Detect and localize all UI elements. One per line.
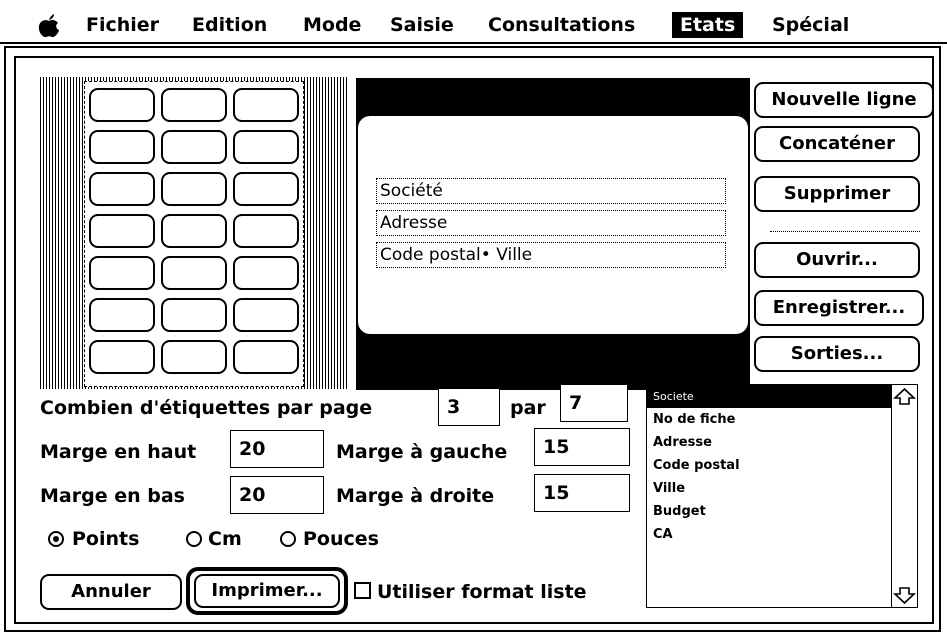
label-cell	[161, 340, 227, 374]
field-list-item-code-postal[interactable]: Code postal	[647, 454, 891, 477]
field-list-item-no-de-fiche[interactable]: No de fiche	[647, 408, 891, 431]
menu-special[interactable]: Spécial	[772, 12, 849, 38]
menu-fichier[interactable]: Fichier	[86, 12, 159, 38]
label-cell	[161, 88, 227, 122]
label-cell	[233, 214, 299, 248]
field-list[interactable]: Societe No de fiche Adresse Code postal …	[646, 384, 918, 608]
cancel-button[interactable]: Annuler	[40, 574, 182, 610]
labels-down-input[interactable]: 7	[560, 384, 628, 422]
apple-menu-icon[interactable]	[38, 14, 60, 38]
menu-bar: Fichier Edition Mode Saisie Consultation…	[0, 8, 947, 44]
label-cell	[161, 214, 227, 248]
inches-radio[interactable]	[280, 531, 296, 547]
label-cell	[89, 88, 155, 122]
label-cell	[89, 340, 155, 374]
inches-radio-label[interactable]: Pouces	[303, 527, 379, 551]
right-margin-label: Marge à droite	[336, 485, 495, 507]
menu-saisie[interactable]: Saisie	[390, 12, 454, 38]
label-cell	[233, 88, 299, 122]
points-radio[interactable]	[48, 531, 64, 547]
top-margin-input[interactable]: 20	[230, 430, 324, 468]
label-line-societe[interactable]: Société	[376, 178, 726, 204]
list-format-label[interactable]: Utiliser format liste	[377, 580, 587, 604]
label-cell	[89, 172, 155, 206]
field-list-item-ville[interactable]: Ville	[647, 477, 891, 500]
label-cell	[233, 340, 299, 374]
label-cell	[233, 130, 299, 164]
list-format-checkbox[interactable]	[354, 582, 371, 599]
points-radio-label[interactable]: Points	[72, 527, 139, 551]
label-sheet-page	[84, 81, 304, 387]
save-button[interactable]: Enregistrer...	[754, 290, 924, 326]
open-button[interactable]: Ouvrir...	[754, 242, 920, 278]
left-margin-label: Marge à gauche	[336, 441, 508, 463]
field-list-items: Societe No de fiche Adresse Code postal …	[647, 385, 891, 546]
par-label: par	[510, 397, 546, 419]
label-cell	[161, 130, 227, 164]
print-button[interactable]: Imprimer...	[194, 574, 340, 608]
field-list-item-ca[interactable]: CA	[647, 523, 891, 546]
left-margin-input[interactable]: 15	[534, 428, 630, 466]
field-list-scrollbar[interactable]	[891, 385, 917, 607]
new-line-button[interactable]: Nouvelle ligne	[754, 82, 934, 118]
field-list-item-societe[interactable]: Societe	[647, 385, 891, 408]
outputs-button[interactable]: Sorties...	[754, 336, 920, 372]
label-cell	[233, 298, 299, 332]
label-editor: Société Adresse Code postal• Ville	[356, 78, 750, 390]
label-cell	[161, 172, 227, 206]
label-cell	[161, 256, 227, 290]
menu-mode[interactable]: Mode	[303, 12, 361, 38]
menu-etats[interactable]: Etats	[672, 12, 744, 38]
cm-radio[interactable]	[186, 531, 202, 547]
labels-per-page-label: Combien d'étiquettes par page	[40, 397, 373, 419]
field-list-item-budget[interactable]: Budget	[647, 500, 891, 523]
top-margin-label: Marge en haut	[40, 441, 197, 463]
bottom-margin-label: Marge en bas	[40, 485, 185, 507]
label-line-adresse[interactable]: Adresse	[376, 210, 726, 236]
bottom-margin-input[interactable]: 20	[230, 476, 324, 514]
label-cell	[161, 298, 227, 332]
field-list-item-adresse[interactable]: Adresse	[647, 431, 891, 454]
label-cell	[89, 130, 155, 164]
label-cell	[233, 172, 299, 206]
label-sheet-preview	[40, 77, 348, 389]
label-card: Société Adresse Code postal• Ville	[358, 116, 748, 334]
labels-across-input[interactable]: 3	[438, 388, 500, 426]
delete-button[interactable]: Supprimer	[754, 176, 920, 212]
right-margin-input[interactable]: 15	[534, 474, 630, 512]
menu-edition[interactable]: Edition	[192, 12, 267, 38]
label-cell	[89, 214, 155, 248]
scroll-up-arrow-icon[interactable]	[892, 385, 917, 409]
label-cell	[89, 298, 155, 332]
label-cell	[89, 256, 155, 290]
cm-radio-label[interactable]: Cm	[208, 527, 242, 551]
label-line-code-postal-ville[interactable]: Code postal• Ville	[376, 242, 726, 268]
concatenate-button[interactable]: Concaténer	[754, 126, 920, 162]
button-separator	[770, 231, 920, 232]
scroll-down-arrow-icon[interactable]	[892, 583, 917, 607]
menu-consultations[interactable]: Consultations	[488, 12, 635, 38]
label-cell	[233, 256, 299, 290]
